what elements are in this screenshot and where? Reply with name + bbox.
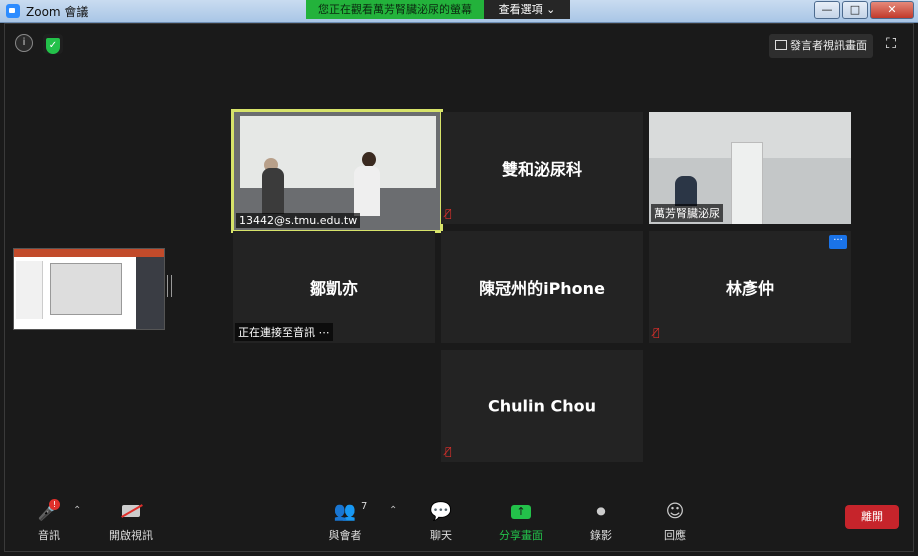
window-title: Zoom 會議 xyxy=(26,5,89,19)
participants-count: 7 xyxy=(361,501,368,512)
more-options-icon[interactable]: ··· xyxy=(829,235,847,249)
chat-button[interactable]: 💬 聊天 xyxy=(411,501,471,543)
thumbnail-slide xyxy=(50,263,122,315)
participant-body xyxy=(675,176,697,206)
participant-name: Chulin Chou xyxy=(488,396,596,416)
mic-muted-icon: 🎙̸ xyxy=(445,445,452,458)
fullscreen-icon[interactable]: ⛶ xyxy=(883,36,899,52)
reactions-label: 回應 xyxy=(664,529,686,542)
participant-head xyxy=(362,152,376,167)
shield-icon[interactable]: ✓ xyxy=(43,34,63,54)
start-video-button[interactable]: 開啟視訊 xyxy=(101,501,161,543)
audio-options-caret-icon[interactable]: ⌃ xyxy=(73,505,81,516)
mic-muted-icon: 🎙̸ xyxy=(653,326,660,339)
thumbnail-slide-panel xyxy=(16,261,43,319)
connecting-audio-status: 正在連接至音訊 ⋯ xyxy=(235,323,333,341)
leave-meeting-button[interactable]: 離開 xyxy=(845,505,899,529)
thumbnail-ribbon xyxy=(14,249,164,257)
resize-handle[interactable] xyxy=(167,275,172,297)
participant-name: 13442@s.tmu.edu.tw xyxy=(236,213,361,228)
window-controls: — □ ✕ xyxy=(814,1,914,19)
view-options-label: 查看選項 xyxy=(498,3,543,16)
participant-name: 萬芳腎臟泌尿 xyxy=(651,204,723,222)
reactions-button[interactable]: ☺ 回應 xyxy=(645,501,705,543)
maximize-button[interactable]: □ xyxy=(842,1,868,19)
participant-name: 雙和泌尿科 xyxy=(501,160,582,179)
close-button[interactable]: ✕ xyxy=(870,1,914,19)
chat-label: 聊天 xyxy=(430,529,452,542)
participant-tile[interactable]: 鄒凱亦 正在連接至音訊 ⋯ xyxy=(233,231,435,343)
participant-name: 鄒凱亦 xyxy=(309,279,358,298)
chat-icon: 💬 xyxy=(429,501,453,522)
info-icon[interactable]: i xyxy=(15,34,33,52)
speaker-view-button[interactable]: 發言者視訊畫面 xyxy=(769,34,873,58)
title-bar: Zoom 會議 您正在觀看萬芳腎臟泌尿的螢幕 查看選項 ⌄ — □ ✕ xyxy=(0,0,918,23)
zoom-logo-icon xyxy=(6,4,20,18)
participant-tile[interactable]: 雙和泌尿科 🎙̸ xyxy=(441,112,643,224)
view-options-button[interactable]: 查看選項 ⌄ xyxy=(484,0,570,19)
participant-tile[interactable]: 萬芳腎臟泌尿 xyxy=(649,112,851,224)
thumbnail-dark-panel xyxy=(136,257,164,329)
participant-tile-active-speaker[interactable]: 13442@s.tmu.edu.tw xyxy=(231,109,443,233)
start-video-label: 開啟視訊 xyxy=(109,529,153,542)
minimize-button[interactable]: — xyxy=(814,1,840,19)
participant-tile[interactable]: Chulin Chou 🎙̸ xyxy=(441,350,643,462)
record-icon: ⏺ xyxy=(596,501,606,522)
screen-share-banner: 您正在觀看萬芳腎臟泌尿的螢幕 xyxy=(306,0,484,19)
video-off-icon xyxy=(101,501,161,523)
meeting-window: i ✓ 發言者視訊畫面 ⛶ 13442@s.tmu.edu.tw 雙和泌尿科 🎙… xyxy=(4,23,914,552)
participant-name: 陳冠州的iPhone xyxy=(479,279,605,298)
participant-tile[interactable]: ··· 林彥仲 🎙̸ xyxy=(649,231,851,343)
record-label: 錄影 xyxy=(590,529,612,542)
audio-label: 音訊 xyxy=(38,529,60,542)
chevron-down-icon: ⌄ xyxy=(546,3,556,16)
participant-tile[interactable]: 陳冠州的iPhone xyxy=(441,231,643,343)
participant-body xyxy=(262,168,284,214)
share-screen-label: 分享畫面 xyxy=(499,529,543,542)
security-badge: ✓ xyxy=(46,38,60,54)
speaker-view-label: 發言者視訊畫面 xyxy=(790,39,867,52)
share-screen-icon: ↑ xyxy=(491,501,551,523)
participant-name: 林彥仲 xyxy=(725,279,774,298)
participants-label: 與會者 xyxy=(328,529,362,542)
meeting-toolbar: 🎤 音訊 ! ⌃ 開啟視訊 👥 與會者 7 ⌃ 💬 聊天 ↑ 分享畫面 ⏺ 錄影… xyxy=(5,495,913,551)
audio-warning-badge: ! xyxy=(49,499,60,510)
grid-icon xyxy=(775,40,787,50)
conference-table xyxy=(731,142,763,224)
mic-muted-icon: 🎙̸ xyxy=(445,207,452,220)
participant-body xyxy=(354,166,380,216)
shared-screen-thumbnail[interactable] xyxy=(13,248,165,330)
reactions-icon: ☺ xyxy=(665,501,685,522)
share-screen-button[interactable]: ↑ 分享畫面 xyxy=(491,501,551,543)
participants-options-caret-icon[interactable]: ⌃ xyxy=(389,505,397,516)
record-button[interactable]: ⏺ 錄影 xyxy=(571,501,631,543)
